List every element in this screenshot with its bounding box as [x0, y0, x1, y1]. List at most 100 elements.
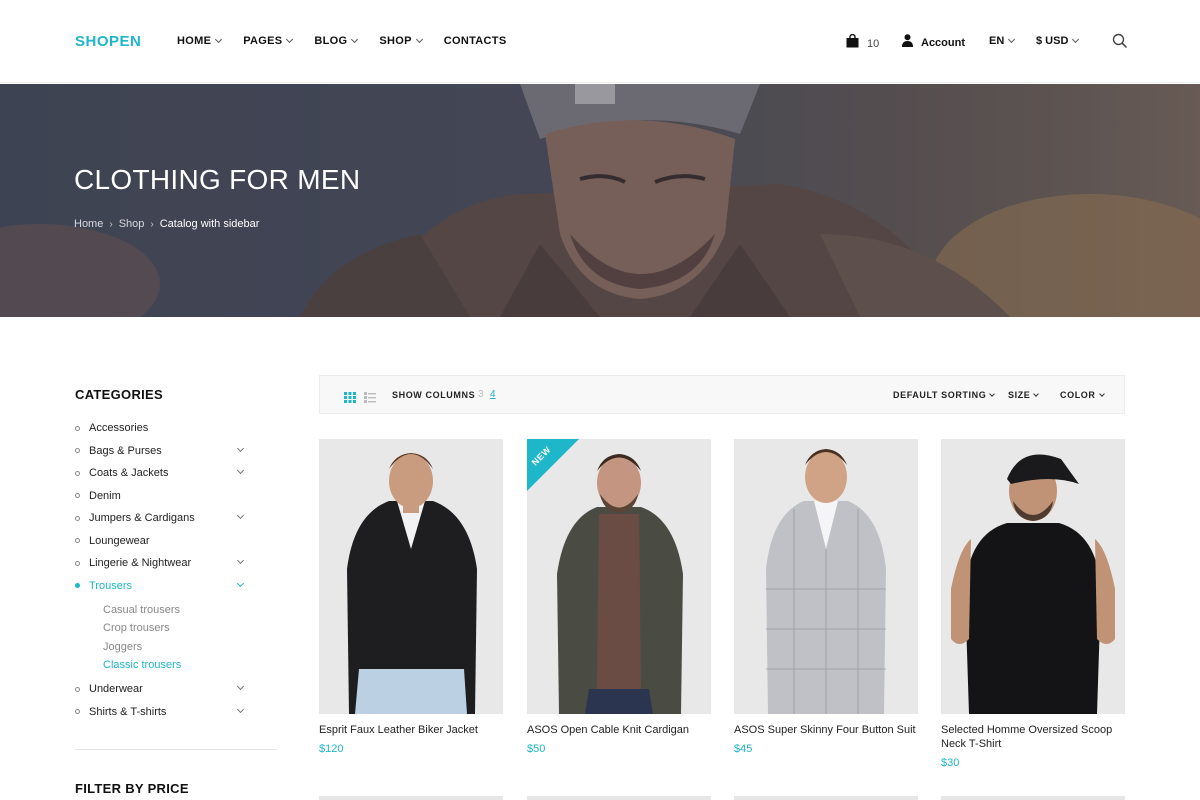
language-select[interactable]: EN: [989, 35, 1016, 47]
nav-blog[interactable]: BLOG: [314, 35, 359, 47]
chevron-down-icon[interactable]: [236, 444, 245, 452]
category-label: Underwear: [89, 683, 143, 696]
product-photo: [319, 439, 503, 714]
category-label: Coats & Jackets: [89, 467, 169, 480]
chevron-down-icon: [415, 35, 423, 44]
show-columns-label: SHOW COLUMNS: [392, 390, 476, 400]
catalog-toolbar: SHOW COLUMNS 3 4 DEFAULT SORTING SIZE CO…: [319, 375, 1125, 414]
nav-contacts[interactable]: CONTACTS: [444, 35, 507, 47]
category-label: Bags & Purses: [89, 444, 162, 457]
cart-button[interactable]: 10: [846, 33, 879, 53]
language-value: EN: [989, 35, 1005, 47]
account-label: Account: [921, 37, 965, 49]
product-image[interactable]: [319, 439, 503, 714]
nav-home-label: HOME: [177, 35, 212, 47]
chevron-down-icon[interactable]: [236, 511, 245, 520]
color-value: COLOR: [1060, 390, 1096, 400]
user-icon: [902, 34, 913, 52]
subcategory-classic-trousers[interactable]: Classic trousers: [103, 656, 277, 674]
chevron-down-icon[interactable]: [236, 705, 245, 713]
nav-home[interactable]: HOME: [177, 35, 223, 47]
category-list: Accessories Bags & Purses Coats & Jacket…: [75, 417, 277, 723]
product-name[interactable]: ASOS Open Cable Knit Cardigan: [527, 723, 711, 737]
sidebar-divider: [75, 749, 277, 751]
category-bags-purses[interactable]: Bags & Purses: [75, 440, 277, 463]
product-name[interactable]: ASOS Super Skinny Four Button Suit: [734, 723, 918, 737]
bullet-icon: [75, 493, 80, 499]
size-dropdown[interactable]: SIZE: [1008, 390, 1040, 400]
nav-pages[interactable]: PAGES: [243, 35, 294, 47]
search-icon: [1112, 33, 1128, 49]
bullet-icon: [75, 448, 80, 454]
chevron-down-icon: [1072, 35, 1080, 44]
subcategory-crop-trousers[interactable]: Crop trousers: [103, 619, 277, 637]
breadcrumb-shop[interactable]: Shop: [119, 218, 145, 230]
category-coats-jackets[interactable]: Coats & Jackets: [75, 462, 277, 485]
chevron-down-icon: [351, 35, 359, 44]
chevron-down-icon: [989, 390, 996, 397]
chevron-down-icon[interactable]: [236, 579, 245, 587]
breadcrumb-separator: ›: [109, 218, 113, 230]
category-label: Loungewear: [89, 534, 150, 547]
breadcrumb-home[interactable]: Home: [74, 218, 103, 230]
hero-overlay: [0, 84, 1200, 317]
product-name[interactable]: Esprit Faux Leather Biker Jacket: [319, 723, 503, 737]
category-trousers[interactable]: Trousers: [75, 575, 277, 598]
category-loungewear[interactable]: Loungewear: [75, 530, 277, 553]
product-price: $45: [734, 743, 753, 755]
subcategory-joggers[interactable]: Joggers: [103, 638, 277, 656]
product-price: $120: [319, 743, 344, 755]
categories-title: CATEGORIES: [75, 387, 163, 402]
main-nav: HOME PAGES BLOG SHOP CONTACTS: [177, 35, 528, 47]
grid-view-icon[interactable]: [344, 390, 356, 408]
chevron-down-icon[interactable]: [236, 556, 245, 565]
category-label: Lingerie & Nightwear: [89, 557, 192, 570]
category-lingerie-nightwear[interactable]: Lingerie & Nightwear: [75, 552, 277, 575]
site-header: SHOPEN HOME PAGES BLOG SHOP CONTACTS 10 …: [0, 0, 1200, 83]
product-image[interactable]: [734, 439, 918, 714]
list-view-icon[interactable]: [364, 390, 376, 408]
chevron-down-icon[interactable]: [236, 466, 245, 475]
trousers-subcategories: Casual trousers Crop trousers Joggers Cl…: [75, 597, 277, 678]
product-image-partial[interactable]: [319, 796, 503, 800]
currency-select[interactable]: $ USD: [1036, 35, 1080, 47]
color-dropdown[interactable]: COLOR: [1060, 390, 1105, 400]
product-image[interactable]: [941, 439, 1125, 714]
category-denim[interactable]: Denim: [75, 485, 277, 508]
product-card: NEW ASOS Open Cable Knit Cardigan $50: [527, 439, 711, 755]
bullet-icon: [75, 560, 80, 566]
category-jumpers-cardigans[interactable]: Jumpers & Cardigans: [75, 507, 277, 530]
product-image-partial[interactable]: [941, 796, 1125, 800]
page-title: CLOTHING FOR MEN: [74, 164, 361, 195]
category-label: Accessories: [89, 422, 149, 435]
columns-4-option[interactable]: 4: [490, 389, 496, 400]
nav-shop[interactable]: SHOP: [379, 35, 423, 47]
account-button[interactable]: Account: [902, 34, 965, 52]
category-underwear[interactable]: Underwear: [75, 678, 277, 701]
hero-banner: CLOTHING FOR MEN Home › Shop › Catalog w…: [0, 84, 1200, 317]
shopping-bag-icon: [846, 33, 859, 53]
bullet-icon: [75, 709, 80, 715]
columns-3-option[interactable]: 3: [478, 389, 484, 400]
breadcrumb-current: Catalog with sidebar: [159, 218, 260, 230]
product-image-partial[interactable]: [527, 796, 711, 800]
chevron-down-icon: [215, 35, 223, 44]
product-name[interactable]: Selected Homme Oversized Scoop Neck T-Sh…: [941, 723, 1125, 751]
category-accessories[interactable]: Accessories: [75, 417, 277, 440]
product-image-partial[interactable]: [734, 796, 918, 800]
product-image[interactable]: NEW: [527, 439, 711, 714]
chevron-down-icon[interactable]: [236, 683, 245, 691]
bullet-icon: [75, 425, 80, 431]
category-label: Jumpers & Cardigans: [89, 512, 195, 525]
category-shirts-tshirts[interactable]: Shirts & T-shirts: [75, 701, 277, 724]
nav-blog-label: BLOG: [314, 35, 348, 47]
currency-value: $ USD: [1036, 35, 1069, 47]
bullet-icon: [75, 515, 80, 521]
search-button[interactable]: [1112, 33, 1128, 54]
site-logo[interactable]: SHOPEN: [75, 33, 141, 50]
chevron-down-icon: [1008, 35, 1016, 44]
sorting-dropdown[interactable]: DEFAULT SORTING: [893, 390, 996, 400]
filter-by-price-title: FILTER BY PRICE: [75, 781, 189, 797]
subcategory-casual-trousers[interactable]: Casual trousers: [103, 601, 277, 619]
category-label: Denim: [89, 489, 121, 502]
